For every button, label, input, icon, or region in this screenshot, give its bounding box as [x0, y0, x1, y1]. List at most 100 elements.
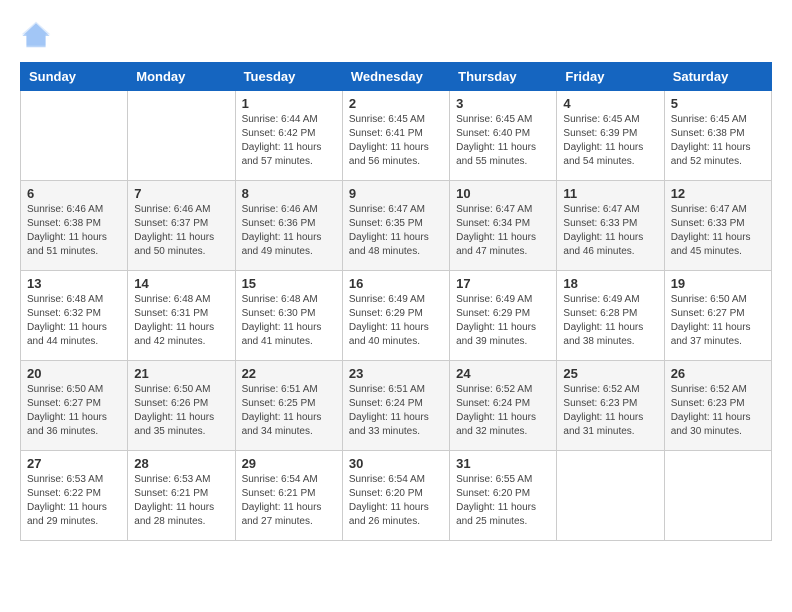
day-info: Sunrise: 6:47 AM Sunset: 6:34 PM Dayligh…: [456, 203, 550, 259]
calendar-cell: [128, 91, 235, 181]
day-of-week-header: Saturday: [664, 63, 771, 91]
day-number: 28: [134, 456, 228, 471]
day-info: Sunrise: 6:46 AM Sunset: 6:37 PM Dayligh…: [134, 203, 228, 259]
day-of-week-header: Wednesday: [342, 63, 449, 91]
day-number: 19: [671, 276, 765, 291]
day-info: Sunrise: 6:50 AM Sunset: 6:27 PM Dayligh…: [671, 293, 765, 349]
logo: [20, 20, 56, 52]
day-of-week-header: Friday: [557, 63, 664, 91]
day-of-week-header: Thursday: [450, 63, 557, 91]
calendar-cell: 11 Sunrise: 6:47 AM Sunset: 6:33 PM Dayli…: [557, 181, 664, 271]
calendar-week-row: 6Sunrise: 6:46 AM Sunset: 6:38 PM Daylig…: [21, 181, 772, 271]
calendar-cell: 14 Sunrise: 6:48 AM Sunset: 6:31 PM Dayli…: [128, 271, 235, 361]
day-info: Sunrise: 6:50 AM Sunset: 6:26 PM Dayligh…: [134, 383, 228, 439]
calendar-cell: 24Sunrise: 6:52 AM Sunset: 6:24 PM Dayli…: [450, 361, 557, 451]
calendar-cell: 21 Sunrise: 6:50 AM Sunset: 6:26 PM Dayli…: [128, 361, 235, 451]
calendar-cell: 25Sunrise: 6:52 AM Sunset: 6:23 PM Dayli…: [557, 361, 664, 451]
day-number: 14: [134, 276, 228, 291]
calendar-cell: 3Sunrise: 6:45 AM Sunset: 6:40 PM Daylig…: [450, 91, 557, 181]
day-info: Sunrise: 6:48 AM Sunset: 6:32 PM Dayligh…: [27, 293, 121, 349]
calendar-week-row: 27 Sunrise: 6:53 AM Sunset: 6:22 PM Dayli…: [21, 451, 772, 541]
day-number: 11: [563, 186, 657, 201]
day-number: 1: [242, 96, 336, 111]
day-info: Sunrise: 6:46 AM Sunset: 6:38 PM Dayligh…: [27, 203, 121, 259]
day-number: 21: [134, 366, 228, 381]
day-info: Sunrise: 6:48 AM Sunset: 6:30 PM Dayligh…: [242, 293, 336, 349]
day-info: Sunrise: 6:53 AM Sunset: 6:21 PM Dayligh…: [134, 473, 228, 529]
calendar-cell: 17 Sunrise: 6:49 AM Sunset: 6:29 PM Dayli…: [450, 271, 557, 361]
day-info: Sunrise: 6:47 AM Sunset: 6:33 PM Dayligh…: [671, 203, 765, 259]
calendar-cell: 26 Sunrise: 6:52 AM Sunset: 6:23 PM Dayli…: [664, 361, 771, 451]
calendar-week-row: 20 Sunrise: 6:50 AM Sunset: 6:27 PM Dayli…: [21, 361, 772, 451]
day-number: 5: [671, 96, 765, 111]
calendar-cell: [664, 451, 771, 541]
calendar-cell: 5 Sunrise: 6:45 AM Sunset: 6:38 PM Daylig…: [664, 91, 771, 181]
calendar-cell: 2 Sunrise: 6:45 AM Sunset: 6:41 PM Daylig…: [342, 91, 449, 181]
calendar-cell: [21, 91, 128, 181]
calendar-cell: 9 Sunrise: 6:47 AM Sunset: 6:35 PM Daylig…: [342, 181, 449, 271]
calendar-cell: 28 Sunrise: 6:53 AM Sunset: 6:21 PM Dayli…: [128, 451, 235, 541]
calendar-cell: 19 Sunrise: 6:50 AM Sunset: 6:27 PM Dayli…: [664, 271, 771, 361]
calendar-cell: 12Sunrise: 6:47 AM Sunset: 6:33 PM Dayli…: [664, 181, 771, 271]
day-info: Sunrise: 6:46 AM Sunset: 6:36 PM Dayligh…: [242, 203, 336, 259]
calendar-header-row: SundayMondayTuesdayWednesdayThursdayFrid…: [21, 63, 772, 91]
calendar-week-row: 13 Sunrise: 6:48 AM Sunset: 6:32 PM Dayli…: [21, 271, 772, 361]
day-number: 8: [242, 186, 336, 201]
day-info: Sunrise: 6:54 AM Sunset: 6:21 PM Dayligh…: [242, 473, 336, 529]
day-info: Sunrise: 6:45 AM Sunset: 6:39 PM Dayligh…: [563, 113, 657, 169]
calendar-cell: 4 Sunrise: 6:45 AM Sunset: 6:39 PM Daylig…: [557, 91, 664, 181]
day-number: 26: [671, 366, 765, 381]
calendar-cell: 20 Sunrise: 6:50 AM Sunset: 6:27 PM Dayli…: [21, 361, 128, 451]
calendar-cell: 6Sunrise: 6:46 AM Sunset: 6:38 PM Daylig…: [21, 181, 128, 271]
day-info: Sunrise: 6:47 AM Sunset: 6:33 PM Dayligh…: [563, 203, 657, 259]
day-number: 4: [563, 96, 657, 111]
day-number: 25: [563, 366, 657, 381]
day-info: Sunrise: 6:47 AM Sunset: 6:35 PM Dayligh…: [349, 203, 443, 259]
calendar-cell: 31 Sunrise: 6:55 AM Sunset: 6:20 PM Dayli…: [450, 451, 557, 541]
day-info: Sunrise: 6:48 AM Sunset: 6:31 PM Dayligh…: [134, 293, 228, 349]
day-info: Sunrise: 6:55 AM Sunset: 6:20 PM Dayligh…: [456, 473, 550, 529]
calendar-cell: [557, 451, 664, 541]
calendar-cell: 29 Sunrise: 6:54 AM Sunset: 6:21 PM Dayli…: [235, 451, 342, 541]
calendar-cell: 1 Sunrise: 6:44 AM Sunset: 6:42 PM Daylig…: [235, 91, 342, 181]
day-number: 9: [349, 186, 443, 201]
day-of-week-header: Monday: [128, 63, 235, 91]
day-info: Sunrise: 6:45 AM Sunset: 6:41 PM Dayligh…: [349, 113, 443, 169]
day-info: Sunrise: 6:50 AM Sunset: 6:27 PM Dayligh…: [27, 383, 121, 439]
day-info: Sunrise: 6:45 AM Sunset: 6:38 PM Dayligh…: [671, 113, 765, 169]
day-number: 29: [242, 456, 336, 471]
logo-icon: [20, 20, 52, 52]
day-info: Sunrise: 6:53 AM Sunset: 6:22 PM Dayligh…: [27, 473, 121, 529]
day-number: 13: [27, 276, 121, 291]
calendar-cell: 30 Sunrise: 6:54 AM Sunset: 6:20 PM Dayli…: [342, 451, 449, 541]
day-number: 15: [242, 276, 336, 291]
day-info: Sunrise: 6:49 AM Sunset: 6:28 PM Dayligh…: [563, 293, 657, 349]
day-number: 27: [27, 456, 121, 471]
day-number: 31: [456, 456, 550, 471]
day-number: 3: [456, 96, 550, 111]
day-number: 22: [242, 366, 336, 381]
calendar-cell: 18 Sunrise: 6:49 AM Sunset: 6:28 PM Dayli…: [557, 271, 664, 361]
day-number: 30: [349, 456, 443, 471]
day-number: 17: [456, 276, 550, 291]
day-info: Sunrise: 6:54 AM Sunset: 6:20 PM Dayligh…: [349, 473, 443, 529]
day-info: Sunrise: 6:52 AM Sunset: 6:23 PM Dayligh…: [671, 383, 765, 439]
calendar-table: SundayMondayTuesdayWednesdayThursdayFrid…: [20, 62, 772, 541]
calendar-cell: 27 Sunrise: 6:53 AM Sunset: 6:22 PM Dayli…: [21, 451, 128, 541]
day-info: Sunrise: 6:44 AM Sunset: 6:42 PM Dayligh…: [242, 113, 336, 169]
day-of-week-header: Tuesday: [235, 63, 342, 91]
calendar-cell: 7Sunrise: 6:46 AM Sunset: 6:37 PM Daylig…: [128, 181, 235, 271]
day-number: 18: [563, 276, 657, 291]
calendar-cell: 23Sunrise: 6:51 AM Sunset: 6:24 PM Dayli…: [342, 361, 449, 451]
day-info: Sunrise: 6:49 AM Sunset: 6:29 PM Dayligh…: [349, 293, 443, 349]
day-number: 16: [349, 276, 443, 291]
day-of-week-header: Sunday: [21, 63, 128, 91]
calendar-cell: 22Sunrise: 6:51 AM Sunset: 6:25 PM Dayli…: [235, 361, 342, 451]
day-info: Sunrise: 6:49 AM Sunset: 6:29 PM Dayligh…: [456, 293, 550, 349]
calendar-cell: 13 Sunrise: 6:48 AM Sunset: 6:32 PM Dayli…: [21, 271, 128, 361]
day-number: 23: [349, 366, 443, 381]
day-number: 20: [27, 366, 121, 381]
day-number: 2: [349, 96, 443, 111]
calendar-cell: 10Sunrise: 6:47 AM Sunset: 6:34 PM Dayli…: [450, 181, 557, 271]
calendar-week-row: 1 Sunrise: 6:44 AM Sunset: 6:42 PM Daylig…: [21, 91, 772, 181]
